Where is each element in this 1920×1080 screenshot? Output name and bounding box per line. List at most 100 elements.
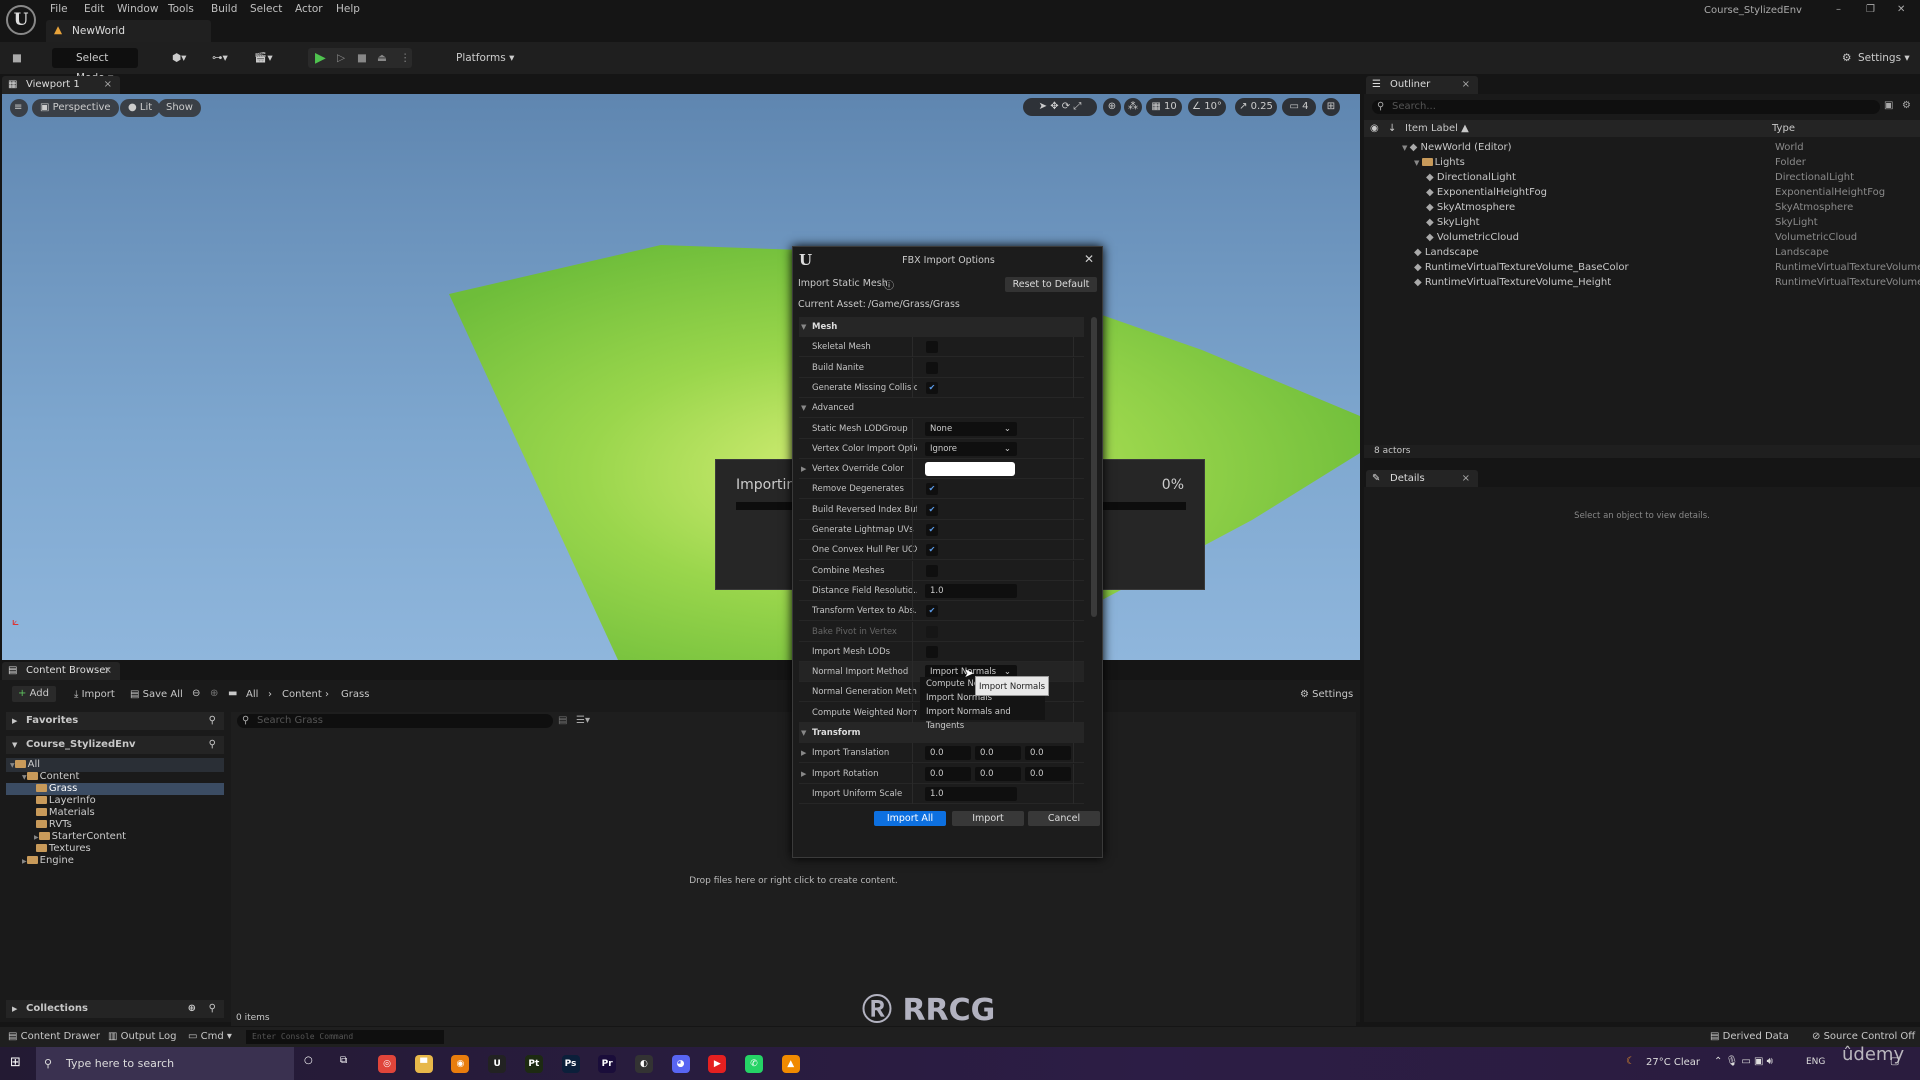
expand-icon[interactable]: ▶: [801, 764, 806, 784]
import-all-button[interactable]: Import All: [874, 811, 946, 826]
folder-tree-item[interactable]: ▼ Content: [6, 771, 224, 783]
tab-viewport[interactable]: ▦ Viewport 1 ×: [2, 76, 120, 94]
help-icon[interactable]: ⓘ: [884, 277, 894, 292]
col-item-label[interactable]: Item Label ▲: [1405, 120, 1469, 137]
breadcrumb-all[interactable]: All: [246, 689, 258, 700]
checkbox[interactable]: ✔: [926, 524, 938, 536]
pin-icon[interactable]: ↓: [1388, 120, 1396, 137]
visibility-icon[interactable]: ◉: [1370, 120, 1379, 137]
checkbox[interactable]: [926, 341, 938, 354]
outliner-row[interactable]: ◆ SkyLight SkyLight: [1364, 215, 1920, 230]
rotation-snap[interactable]: ∠ 10°: [1188, 98, 1226, 116]
breadcrumb-content[interactable]: Content: [282, 689, 322, 700]
breadcrumb-grass[interactable]: Grass: [341, 689, 369, 700]
youtube-music-icon[interactable]: ▶: [708, 1055, 727, 1073]
import-button[interactable]: ⤓ Import: [74, 689, 115, 700]
premiere-icon[interactable]: Pr: [598, 1055, 617, 1073]
taskbar-search-input[interactable]: ⚲ Type here to search: [36, 1047, 294, 1080]
folder-tree-item[interactable]: ▼ All: [6, 759, 224, 771]
cmd-button[interactable]: ▭ Cmd ▾: [188, 1031, 232, 1042]
more-icon[interactable]: ⋮: [400, 48, 411, 68]
back-icon[interactable]: ⊖: [192, 688, 200, 699]
output-log-button[interactable]: ▥ Output Log: [108, 1031, 176, 1042]
expand-icon[interactable]: ▶: [801, 459, 806, 479]
new-folder-icon[interactable]: ▣: [1884, 100, 1893, 111]
menu-select[interactable]: Select: [250, 3, 282, 15]
outliner-row[interactable]: ◆ Landscape Landscape: [1364, 245, 1920, 260]
favorites-section[interactable]: ▶ Favorites ⚲: [6, 712, 224, 730]
world-tab[interactable]: ▲ NewWorld: [46, 20, 211, 42]
checkbox[interactable]: [926, 645, 938, 658]
blender-icon[interactable]: ◉: [451, 1055, 470, 1073]
add-collection-icon[interactable]: ⊕: [188, 1000, 196, 1018]
save-icon[interactable]: ■: [12, 48, 22, 68]
expand-icon[interactable]: ▶: [801, 743, 806, 763]
outliner-row[interactable]: ◆ VolumetricCloud VolumetricCloud: [1364, 230, 1920, 245]
number-input[interactable]: 1.0: [925, 583, 1017, 598]
menu-file[interactable]: File: [50, 3, 68, 15]
reset-to-default-button[interactable]: Reset to Default: [1005, 277, 1097, 292]
folder-tree-item[interactable]: ▶ Engine: [6, 855, 224, 867]
advance-frame-icon[interactable]: ▷: [337, 48, 345, 68]
save-search-icon[interactable]: ▤: [558, 715, 567, 726]
select-mode-button[interactable]: Select Mode ▾: [52, 48, 138, 84]
menu-help[interactable]: Help: [336, 3, 360, 15]
windows-start-icon[interactable]: ⊞: [10, 1055, 21, 1070]
outliner-row[interactable]: ▼ ◆ NewWorld (Editor) World: [1364, 140, 1920, 155]
tray-icons[interactable]: ⌃ 🎙︎ ▭ ▣ 🔊︎: [1714, 1056, 1773, 1067]
folder-tree-item[interactable]: LayerInfo: [6, 795, 224, 807]
transform-tools[interactable]: ➤ ✥ ⟳ ⤢: [1023, 98, 1097, 116]
number-input[interactable]: 1.0: [925, 786, 1017, 801]
asset-search-input[interactable]: ⚲ Search Grass: [237, 714, 553, 728]
unreal-logo-icon[interactable]: U: [6, 5, 36, 35]
stop-icon[interactable]: ■: [357, 48, 367, 68]
outliner-row[interactable]: ◆ RuntimeVirtualTextureVolume_BaseColor R…: [1364, 260, 1920, 275]
photoshop-icon[interactable]: Ps: [561, 1055, 580, 1073]
viewport-menu-icon[interactable]: ≡: [10, 99, 28, 117]
folder-tree-item[interactable]: ▶ StarterContent: [6, 831, 224, 843]
surface-snap-icon[interactable]: ⁂: [1124, 98, 1142, 116]
outliner-row[interactable]: ◆ RuntimeVirtualTextureVolume_Height Runt…: [1364, 275, 1920, 290]
whatsapp-icon[interactable]: ✆: [745, 1055, 763, 1073]
davinci-icon[interactable]: ◐: [634, 1055, 653, 1073]
search-icon[interactable]: ⚲: [209, 712, 216, 730]
checkbox[interactable]: ✔: [926, 605, 938, 618]
col-type[interactable]: Type: [1772, 120, 1795, 137]
close-icon[interactable]: ×: [104, 662, 112, 680]
menu-tools[interactable]: Tools: [168, 3, 194, 15]
save-all-button[interactable]: ▤ Save All: [130, 689, 183, 700]
vector-component-input[interactable]: 0.0: [1025, 766, 1071, 781]
vlc-icon[interactable]: ▲: [781, 1055, 800, 1073]
derived-data-button[interactable]: ▤ Derived Data: [1710, 1031, 1789, 1042]
perspective-button[interactable]: ▣ Perspective: [32, 99, 119, 117]
dropdown-select[interactable]: Ignore ⌄: [925, 441, 1017, 456]
cancel-button[interactable]: Cancel: [1028, 811, 1100, 826]
console-input[interactable]: Enter Console Command: [246, 1030, 444, 1044]
outliner-row[interactable]: ◆ ExponentialHeightFog ExponentialHeightF…: [1364, 185, 1920, 200]
chrome-icon[interactable]: ◎: [378, 1055, 396, 1073]
vector-component-input[interactable]: 0.0: [925, 766, 971, 781]
checkbox[interactable]: ✔: [926, 381, 938, 394]
checkbox[interactable]: ✔: [926, 483, 938, 496]
outliner-row[interactable]: ◆ DirectionalLight DirectionalLight: [1364, 170, 1920, 185]
menu-window[interactable]: Window: [117, 3, 158, 15]
folder-tree-item[interactable]: Textures: [6, 843, 224, 855]
import-button[interactable]: Import: [952, 811, 1024, 826]
camera-speed[interactable]: ▭ 4: [1282, 98, 1316, 116]
dropdown-select[interactable]: None ⌄: [925, 421, 1017, 436]
checkbox[interactable]: ✔: [926, 544, 938, 557]
folder-tree-item[interactable]: Grass: [6, 783, 224, 795]
eject-icon[interactable]: ⏏: [377, 48, 387, 68]
menu-actor[interactable]: Actor: [295, 3, 323, 15]
lit-button[interactable]: ● Lit: [120, 99, 161, 117]
grid-snap[interactable]: ▦ 10: [1146, 98, 1182, 116]
painter-icon[interactable]: Pt: [524, 1055, 543, 1073]
task-view-icon[interactable]: ⧉: [340, 1055, 347, 1066]
language-indicator[interactable]: ENG: [1806, 1057, 1825, 1067]
add-button[interactable]: + Add: [12, 686, 56, 702]
dropdown-option[interactable]: Import Normals and Tangents: [920, 705, 1045, 731]
restore-button[interactable]: ❐: [1866, 4, 1875, 15]
collections-section[interactable]: ▶ Collections ⊕ ⚲: [6, 1000, 224, 1018]
close-icon[interactable]: ×: [1462, 76, 1470, 94]
vector-component-input[interactable]: 0.0: [975, 746, 1021, 761]
